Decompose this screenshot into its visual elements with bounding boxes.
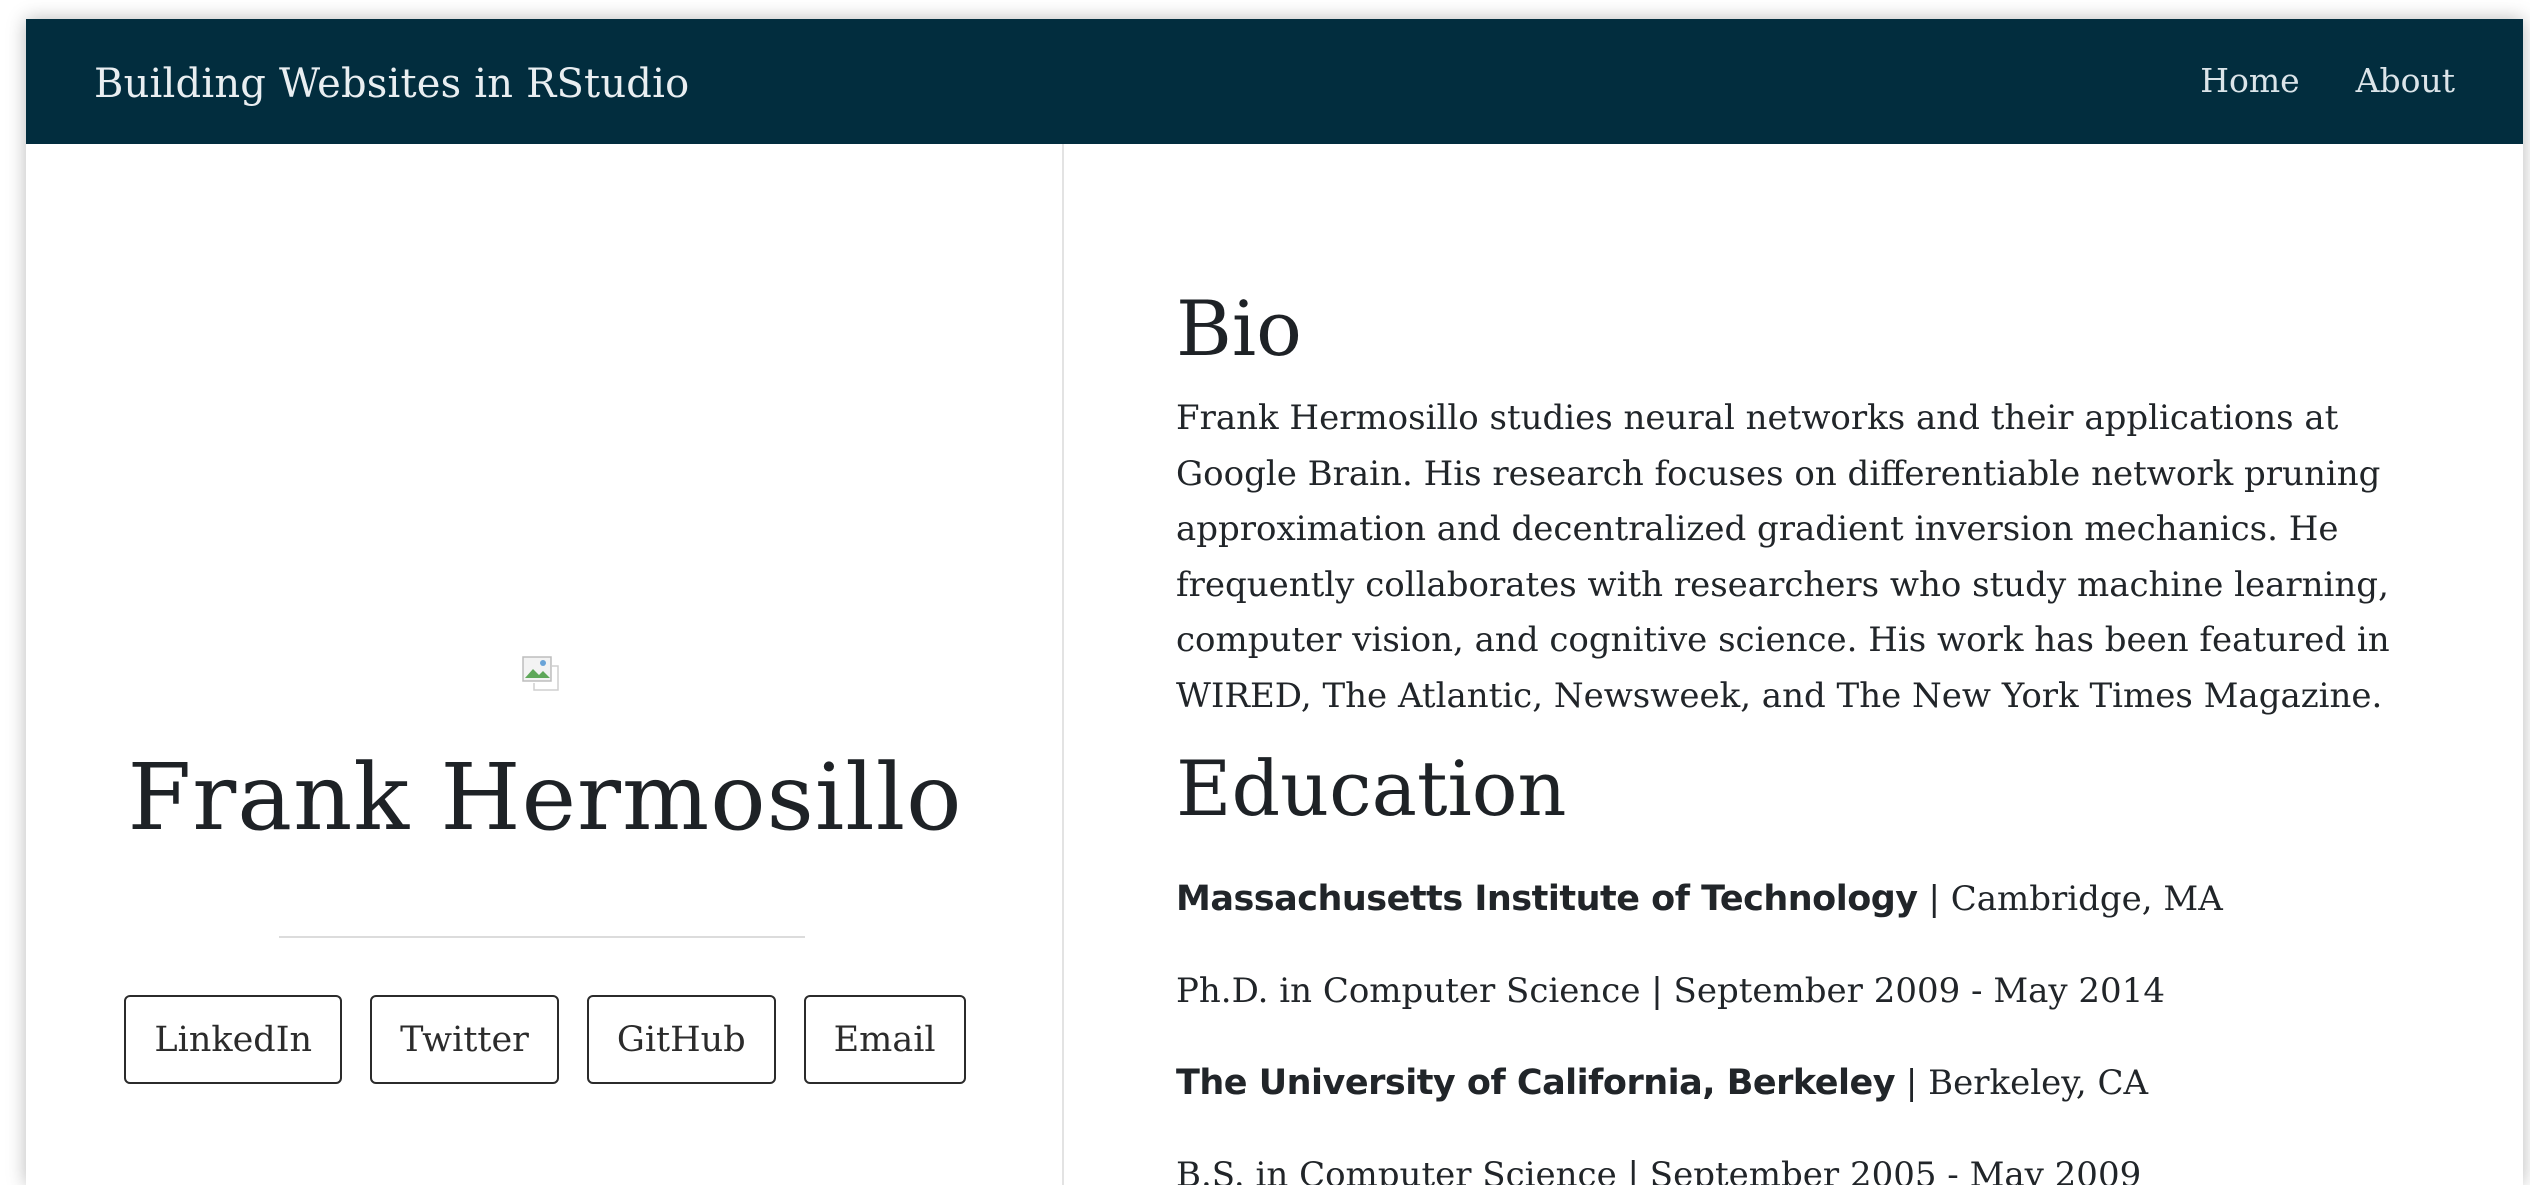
degree-name: Ph.D. in Computer Science xyxy=(1176,971,1641,1011)
separator: | xyxy=(1905,1063,1918,1103)
nav-link-home[interactable]: Home xyxy=(2200,61,2299,100)
separator: | xyxy=(1928,879,1940,919)
site-brand[interactable]: Building Websites in RStudio xyxy=(94,61,689,107)
nav-links: Home About xyxy=(2200,61,2455,100)
navbar: Building Websites in RStudio Home About xyxy=(26,19,2523,144)
bio-text: Frank Hermosillo studies neural networks… xyxy=(1176,398,2390,716)
github-button[interactable]: GitHub xyxy=(586,995,776,1084)
browser-page: Building Websites in RStudio Home About … xyxy=(26,19,2523,1185)
profile-name: Frank Hermosillo xyxy=(127,744,963,851)
degree-dates: September 2005 - May 2009 xyxy=(1649,1155,2142,1185)
school-name: The University of California, Berkeley xyxy=(1176,1063,1896,1103)
divider xyxy=(279,936,805,938)
social-links: LinkedIn Twitter GitHub Email xyxy=(26,995,1064,1084)
degree-dates: September 2009 - May 2014 xyxy=(1673,971,2165,1011)
broken-image-icon xyxy=(522,656,559,691)
education-degree: Ph.D. in Computer Science | September 20… xyxy=(1176,971,2165,1011)
education-school: Massachusetts Institute of Technology | … xyxy=(1176,879,2223,919)
twitter-button[interactable]: Twitter xyxy=(370,995,559,1084)
degree-name: B.S. in Computer Science xyxy=(1176,1155,1617,1185)
email-button[interactable]: Email xyxy=(803,995,966,1084)
education-degree: B.S. in Computer Science | September 200… xyxy=(1176,1155,2141,1185)
school-location: Berkeley, CA xyxy=(1928,1063,2149,1103)
profile-sidebar: Frank Hermosillo LinkedIn Twitter GitHub… xyxy=(26,144,1064,1185)
separator: | xyxy=(1651,971,1663,1011)
nav-link-about[interactable]: About xyxy=(2356,61,2455,100)
education-heading: Education xyxy=(1176,744,1567,833)
separator: | xyxy=(1627,1155,1639,1185)
bio-heading: Bio xyxy=(1176,284,1302,373)
school-location: Cambridge, MA xyxy=(1950,879,2223,919)
education-school: The University of California, Berkeley |… xyxy=(1176,1063,2148,1103)
school-name: Massachusetts Institute of Technology xyxy=(1176,879,1918,919)
linkedin-button[interactable]: LinkedIn xyxy=(124,995,343,1084)
